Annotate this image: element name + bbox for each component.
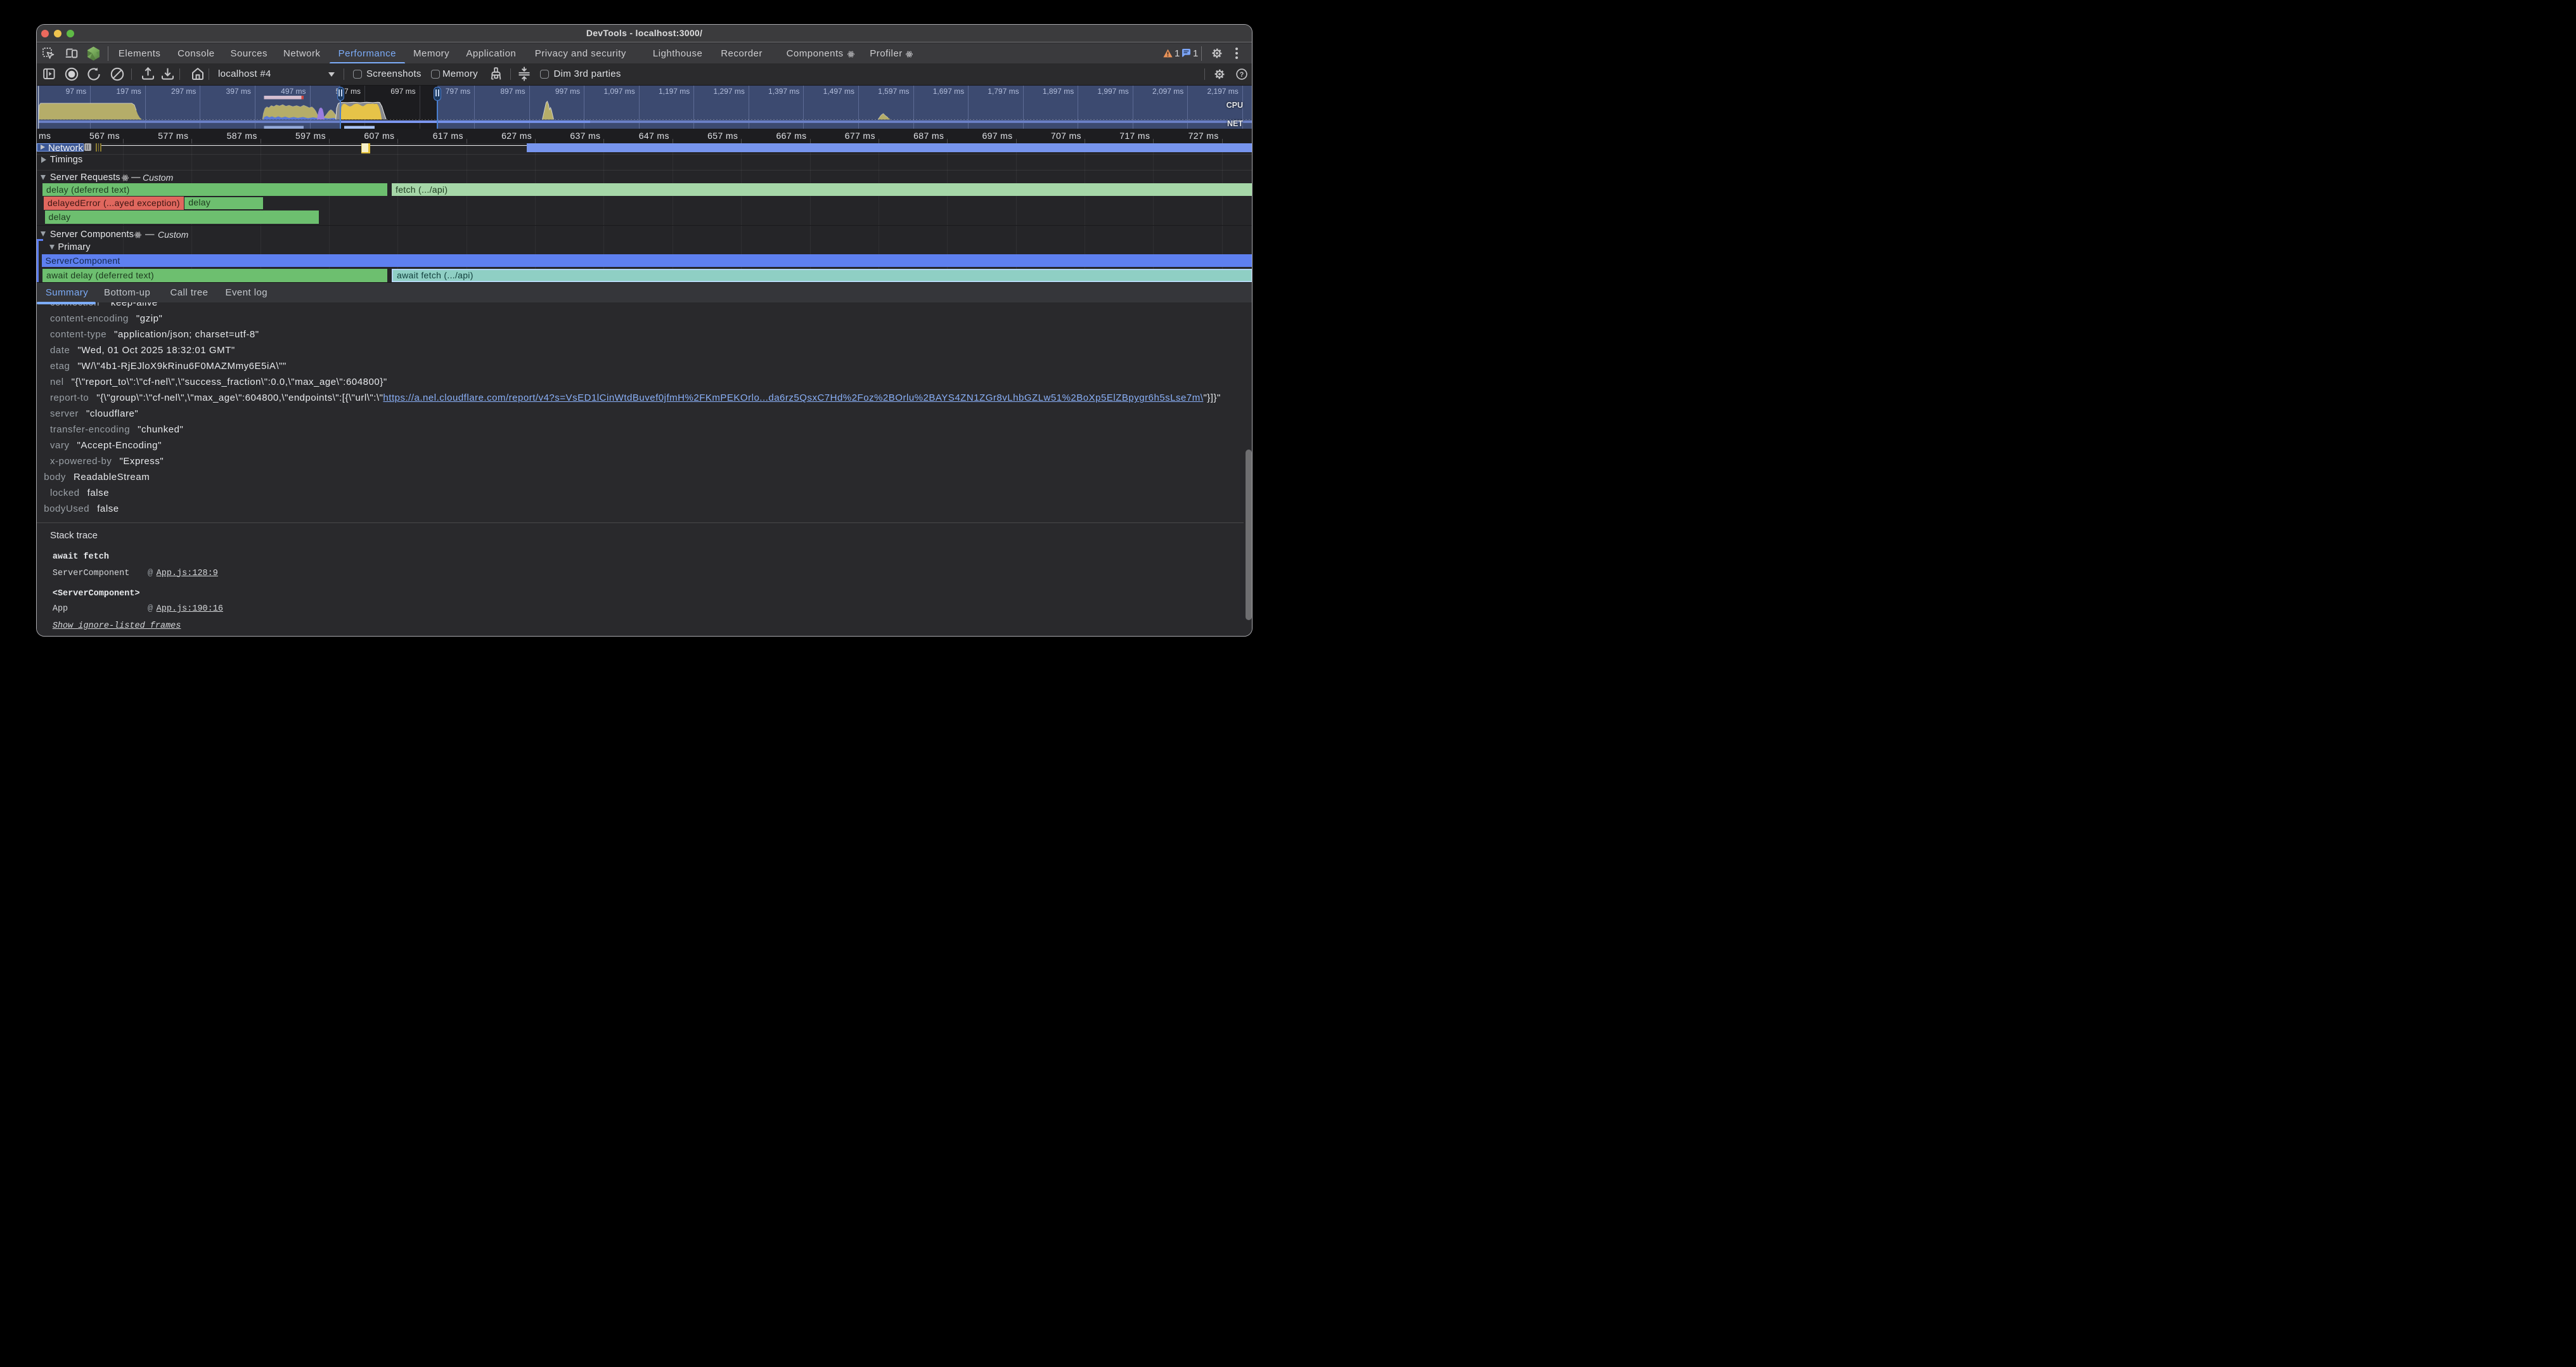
svg-text:?: ? bbox=[1240, 71, 1244, 79]
